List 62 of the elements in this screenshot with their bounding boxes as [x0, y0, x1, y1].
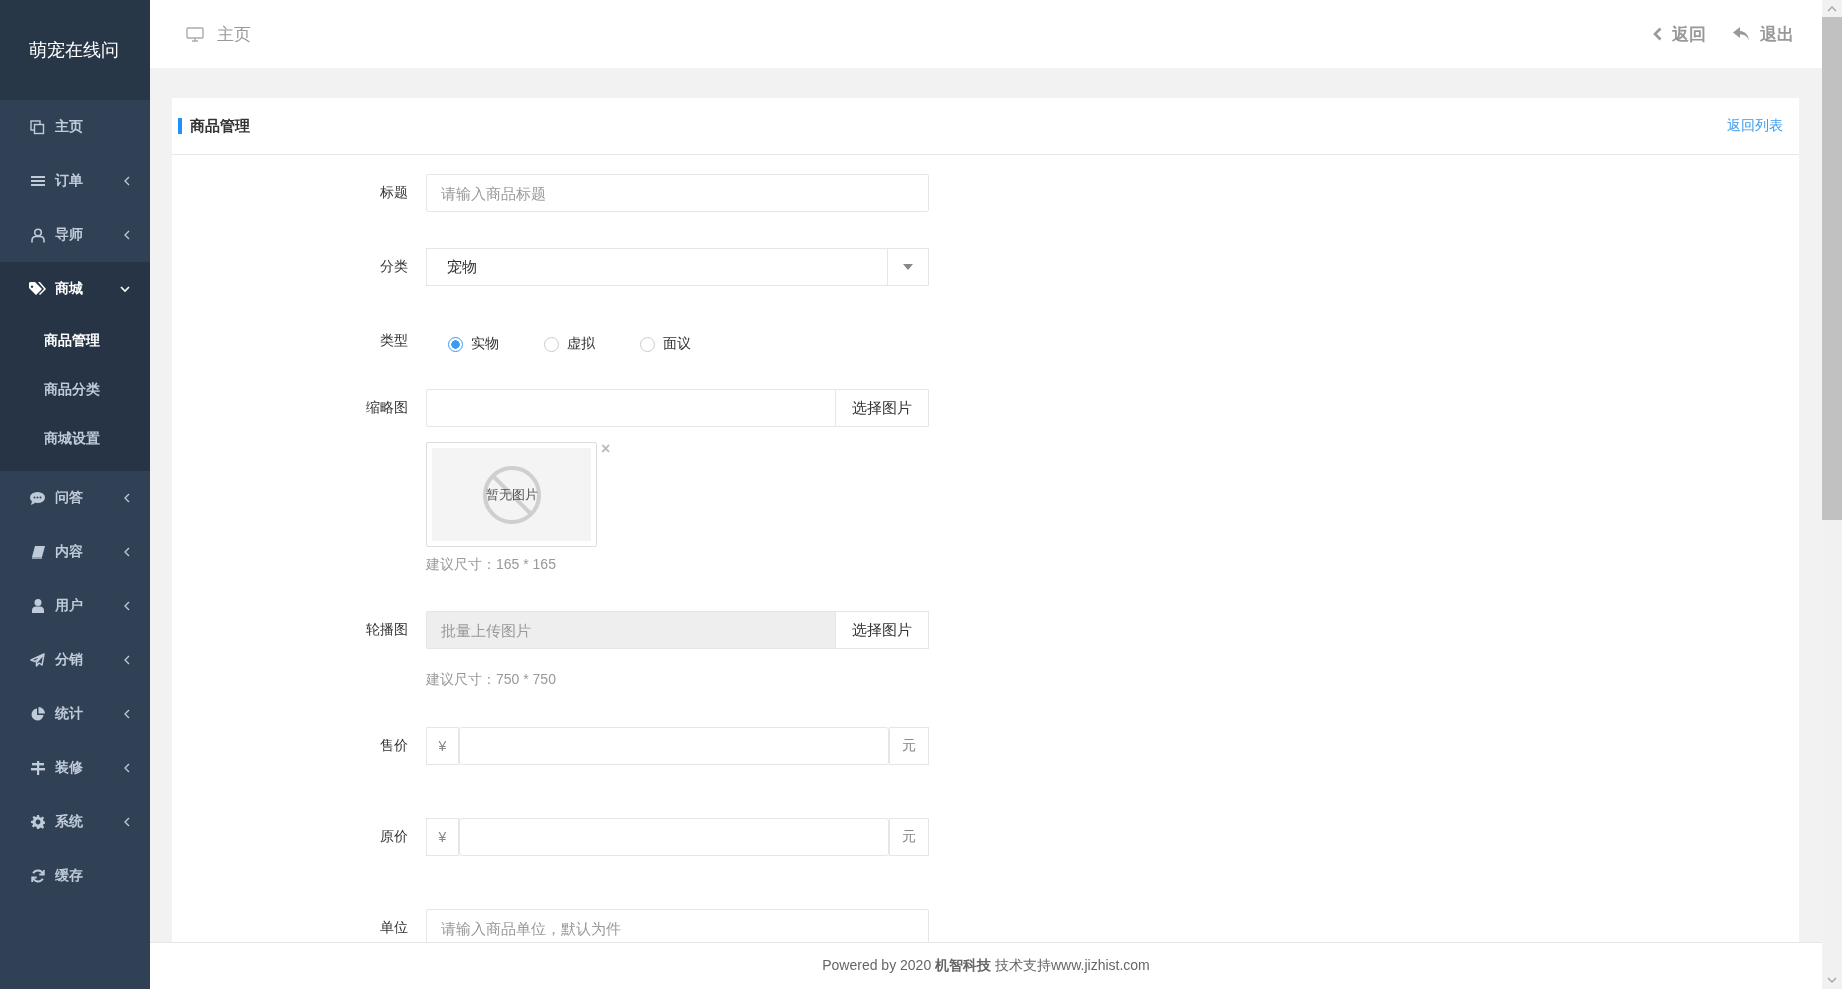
- sidebar-item[interactable]: 系统: [0, 795, 150, 849]
- sidebar-item[interactable]: 主页: [0, 100, 150, 154]
- sidebar-item[interactable]: 统计: [0, 687, 150, 741]
- price-field[interactable]: [459, 818, 889, 856]
- chat-icon: [30, 491, 45, 505]
- field-label: 分类: [379, 257, 409, 276]
- category-select[interactable]: 宠物: [426, 248, 929, 286]
- radio-option[interactable]: 虚拟: [544, 335, 595, 353]
- unit-addon: 元: [889, 727, 929, 765]
- text-field[interactable]: 请输入商品单位，默认为件: [426, 909, 929, 942]
- chevron-left-icon: [1653, 27, 1662, 41]
- sidebar-item[interactable]: 问答: [0, 471, 150, 525]
- list-icon: [30, 175, 45, 187]
- scrollbar-thumb[interactable]: [1822, 17, 1842, 520]
- price-field[interactable]: [459, 727, 889, 765]
- sidebar-item[interactable]: 用户: [0, 579, 150, 633]
- choose-image-button[interactable]: 选择图片: [836, 389, 929, 427]
- paper-plane-icon: [30, 653, 45, 667]
- sidebar-subitem[interactable]: 商城设置: [0, 414, 150, 463]
- caret-icon: [903, 264, 913, 270]
- field-label: 缩略图: [365, 398, 409, 417]
- field-label: 标题: [379, 183, 409, 202]
- currency-addon: ¥: [426, 727, 459, 765]
- sidebar-item[interactable]: 缓存: [0, 849, 150, 903]
- user-icon: [31, 599, 44, 613]
- image-path-field[interactable]: [426, 389, 836, 427]
- unit-addon: 元: [889, 818, 929, 856]
- field-label: 原价: [379, 827, 409, 846]
- panel-title: 商品管理: [178, 118, 250, 134]
- no-image-icon: [481, 464, 542, 525]
- reply-icon: [1733, 27, 1750, 41]
- size-hint: 建议尺寸：750 * 750: [426, 671, 557, 689]
- radio-option[interactable]: 面议: [640, 335, 691, 353]
- text-field[interactable]: 请输入商品标题: [426, 174, 929, 212]
- field-label: 售价: [379, 736, 409, 755]
- field-label: 轮播图: [365, 620, 409, 639]
- radio-option[interactable]: 实物: [448, 335, 499, 353]
- sidebar-subitem[interactable]: 商品管理: [0, 316, 150, 365]
- sidebar-item[interactable]: 导师: [0, 208, 150, 262]
- sidebar-item[interactable]: 分销: [0, 633, 150, 687]
- footer-text: Powered by 2020 机智科技 技术支持www.jizhist.com: [822, 957, 1150, 975]
- size-hint: 建议尺寸：165 * 165: [426, 556, 557, 574]
- pie-chart-icon: [30, 707, 45, 721]
- book-icon: [30, 545, 45, 559]
- sidebar-item[interactable]: 装修: [0, 741, 150, 795]
- field-label: 类型: [379, 331, 409, 350]
- brand-title: 萌宠在线问: [0, 0, 150, 100]
- field-label: 单位: [379, 918, 409, 937]
- sidebar-item[interactable]: 订单: [0, 154, 150, 208]
- tags-icon: [29, 282, 46, 296]
- sidebar-subitem[interactable]: 商品分类: [0, 365, 150, 414]
- sign-icon: [30, 761, 45, 775]
- no-image-text: 暂无图片: [485, 485, 538, 504]
- sidebar-item[interactable]: 商城: [0, 262, 150, 316]
- currency-addon: ¥: [426, 818, 459, 856]
- pages-icon: [30, 119, 45, 135]
- user-icon: [30, 227, 45, 243]
- scrollbar[interactable]: [1822, 0, 1842, 989]
- monitor-icon: [186, 26, 204, 42]
- gear-icon: [30, 815, 45, 829]
- refresh-icon: [30, 869, 45, 883]
- sidebar-item[interactable]: 内容: [0, 525, 150, 579]
